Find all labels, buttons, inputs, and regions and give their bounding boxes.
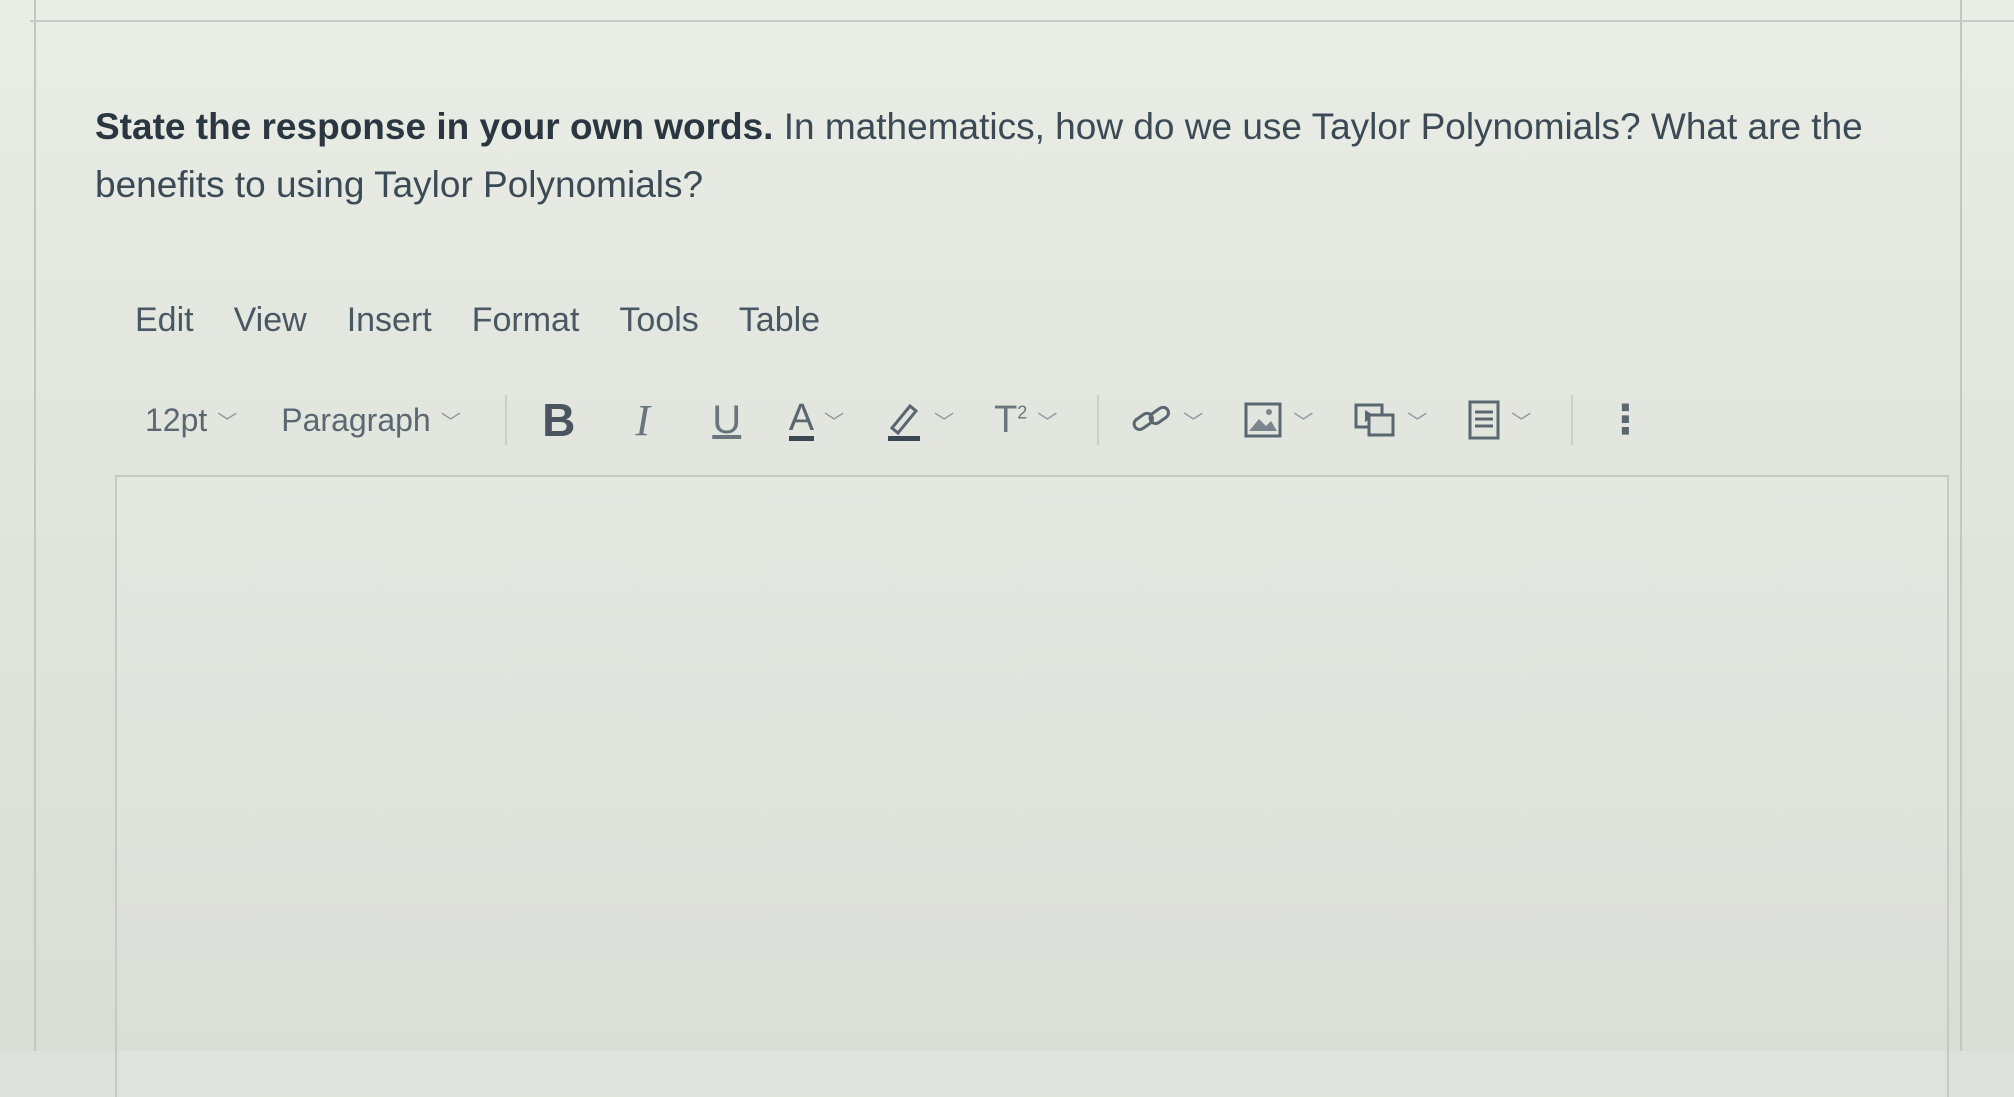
underline-icon: U [712,397,742,442]
text-color-icon: A [788,396,815,441]
chevron-down-icon: ﹀ [824,411,845,434]
chevron-down-icon: ﹀ [1037,411,1058,434]
document-button[interactable]: ﹀ [1467,394,1531,446]
question-bold-instruction: State the response in your own words. [95,106,774,147]
highlight-icon [888,403,921,441]
more-options-button[interactable]: ⋮ [1603,394,1647,446]
panel-top-border [30,0,2014,22]
block-format-value: Paragraph [281,401,431,438]
italic-icon: I [635,395,651,445]
question-text: State the response in your own words. In… [95,98,1935,214]
menu-table[interactable]: Table [739,301,820,340]
chevron-down-icon: ﹀ [1407,411,1428,434]
editor-menubar: Edit View Insert Format Tools Table [135,295,820,345]
panel-left-border [34,0,36,1051]
toolbar-divider [1571,395,1574,445]
menu-edit[interactable]: Edit [135,301,194,340]
document-icon [1468,400,1500,440]
chevron-down-icon: ﹀ [934,411,955,434]
menu-tools[interactable]: Tools [619,301,698,340]
bold-icon: B [542,394,576,446]
image-button[interactable]: ﹀ [1243,394,1313,446]
link-icon [1132,405,1171,431]
menu-format[interactable]: Format [472,301,580,340]
rich-text-editor-area[interactable] [115,475,1949,1097]
image-icon [1244,402,1282,438]
chevron-down-icon: ﹀ [217,411,238,434]
italic-button[interactable]: I [621,394,665,446]
bold-button[interactable]: B [537,394,581,446]
superscript-icon: T2 [994,398,1028,441]
font-size-value: 12pt [145,401,208,438]
block-format-select[interactable]: Paragraph ﹀ [281,402,460,439]
chevron-down-icon: ﹀ [1183,411,1204,434]
link-button[interactable]: ﹀ [1129,394,1203,446]
toolbar-divider [1097,395,1100,445]
superscript-button[interactable]: T2 ﹀ [994,394,1057,446]
more-options-icon: ⋮ [1605,398,1646,442]
font-size-select[interactable]: 12pt ﹀ [145,402,237,439]
text-color-button[interactable]: A ﹀ [788,394,845,446]
media-button[interactable]: ﹀ [1353,394,1427,446]
editor-toolbar: 12pt ﹀ Paragraph ﹀ B I U A ﹀ ﹀ T2 ﹀ ﹀ ﹀ … [145,390,1785,450]
panel-right-border [1960,0,1962,1051]
media-icon [1354,403,1395,437]
menu-insert[interactable]: Insert [347,301,432,340]
screen: State the response in your own words. In… [0,0,2014,1097]
chevron-down-icon: ﹀ [1511,411,1532,434]
highlight-color-button[interactable]: ﹀ [884,394,954,446]
menu-view[interactable]: View [234,301,307,340]
chevron-down-icon: ﹀ [440,411,461,434]
toolbar-divider [504,395,507,445]
chevron-down-icon: ﹀ [1293,411,1314,434]
underline-button[interactable]: U [705,394,749,446]
